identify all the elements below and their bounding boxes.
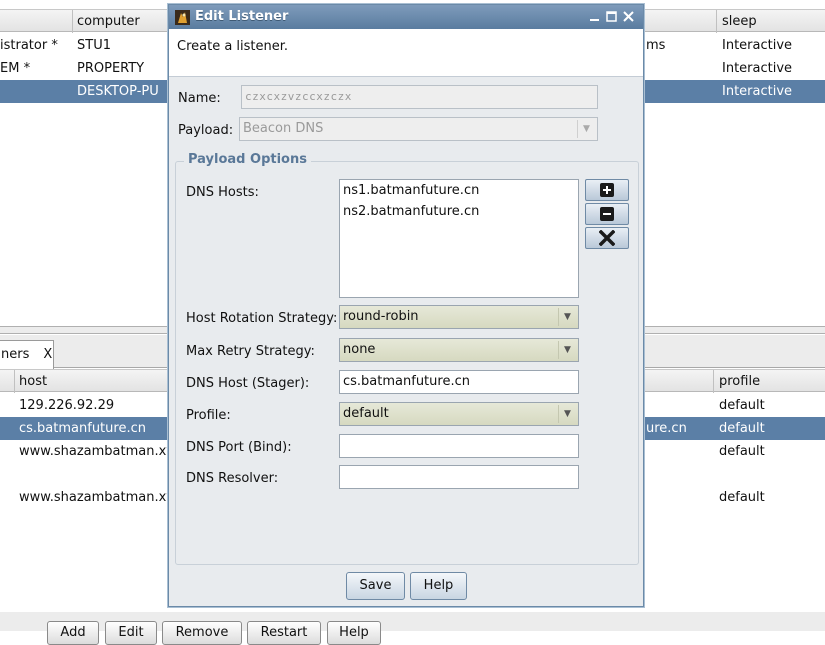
cell-host: www.shazambatman.xyz xyxy=(19,444,181,459)
dns-hosts-label: DNS Hosts: xyxy=(186,185,259,200)
cell-process: ms xyxy=(646,38,666,53)
profile-label: Profile: xyxy=(186,408,231,423)
rotation-value: round-robin xyxy=(343,309,419,324)
x-icon xyxy=(598,229,616,247)
dns-hosts-list[interactable]: ns1.batmanfuture.cn ns2.batmanfuture.cn xyxy=(339,179,579,298)
close-icon[interactable] xyxy=(622,10,635,23)
cell-user: istrator * xyxy=(0,38,58,53)
dialog-description: Create a listener. xyxy=(177,39,289,54)
tab-listeners[interactable]: ners X xyxy=(0,340,54,369)
stager-field[interactable]: cs.batmanfuture.cn xyxy=(339,370,579,394)
resolver-label: DNS Resolver: xyxy=(186,471,279,486)
dialog-title: Edit Listener xyxy=(195,9,289,24)
header-computer[interactable]: computer xyxy=(77,10,140,33)
help-button-bg[interactable]: Help xyxy=(327,621,381,645)
payload-value: Beacon DNS xyxy=(243,121,324,136)
cell-host: 129.226.92.29 xyxy=(19,398,115,413)
help-button[interactable]: Help xyxy=(410,572,467,600)
remove-button[interactable]: Remove xyxy=(162,621,242,645)
chevron-down-icon: ▼ xyxy=(558,341,576,359)
retry-label: Max Retry Strategy: xyxy=(186,344,315,359)
minus-icon xyxy=(600,207,614,221)
cell-profile: default xyxy=(719,398,765,413)
cell-port: ure.cn xyxy=(646,421,687,436)
add-button[interactable]: Add xyxy=(47,621,99,645)
cell-computer: PROPERTY xyxy=(77,61,145,76)
header-sleep[interactable]: sleep xyxy=(722,10,757,33)
cell-profile: default xyxy=(719,490,765,505)
chevron-down-icon: ▼ xyxy=(558,308,576,326)
payload-select[interactable]: Beacon DNS ▼ xyxy=(239,117,598,141)
clear-hosts-button[interactable] xyxy=(585,227,629,249)
chevron-down-icon: ▼ xyxy=(558,405,576,423)
edit-listener-dialog: Edit Listener Create a listener. Name: c… xyxy=(168,4,644,607)
dialog-titlebar[interactable]: Edit Listener xyxy=(169,5,643,29)
profile-select[interactable]: default ▼ xyxy=(339,402,579,426)
tab-close-button[interactable]: X xyxy=(43,347,52,362)
restart-button[interactable]: Restart xyxy=(247,621,321,645)
cell-computer: STU1 xyxy=(77,38,111,53)
profile-value: default xyxy=(343,406,389,421)
app-icon xyxy=(175,10,190,25)
name-field[interactable]: czxcxzvzccxzczx xyxy=(241,85,598,109)
payload-options-title: Payload Options xyxy=(184,152,311,167)
cell-sleep: Interactive xyxy=(722,61,793,76)
edit-button[interactable]: Edit xyxy=(105,621,157,645)
cell-sleep: Interactive xyxy=(722,84,793,99)
list-item[interactable]: ns2.batmanfuture.cn xyxy=(340,201,578,222)
port-field[interactable] xyxy=(339,434,579,458)
description-panel: Create a listener. xyxy=(169,29,643,77)
header-profile[interactable]: profile xyxy=(719,370,760,393)
tab-label: ners xyxy=(1,347,30,362)
plus-icon xyxy=(600,183,614,197)
cell-sleep: Interactive xyxy=(722,38,793,53)
resolver-field[interactable] xyxy=(339,465,579,489)
cell-user: EM * xyxy=(0,61,31,76)
cell-host: cs.batmanfuture.cn xyxy=(19,421,146,436)
remove-host-button[interactable] xyxy=(585,203,629,225)
rotation-label: Host Rotation Strategy: xyxy=(186,311,338,326)
listener-button-bar: Add Edit Remove Restart Help xyxy=(0,612,825,645)
stager-label: DNS Host (Stager): xyxy=(186,376,310,391)
cell-profile: default xyxy=(719,421,765,436)
minimize-icon[interactable] xyxy=(588,10,601,23)
list-item[interactable]: ns1.batmanfuture.cn xyxy=(340,180,578,201)
rotation-select[interactable]: round-robin ▼ xyxy=(339,305,579,329)
retry-value: none xyxy=(343,342,376,357)
cell-computer: DESKTOP-PU xyxy=(77,84,159,99)
payload-label: Payload: xyxy=(178,123,234,138)
add-host-button[interactable] xyxy=(585,179,629,201)
maximize-icon[interactable] xyxy=(605,10,618,23)
retry-select[interactable]: none ▼ xyxy=(339,338,579,362)
chevron-down-icon: ▼ xyxy=(577,120,595,138)
port-label: DNS Port (Bind): xyxy=(186,440,292,455)
save-button[interactable]: Save xyxy=(346,572,405,600)
cell-profile: default xyxy=(719,444,765,459)
cell-host: www.shazambatman.xyz xyxy=(19,490,181,505)
name-label: Name: xyxy=(178,91,221,106)
header-host[interactable]: host xyxy=(19,370,47,393)
